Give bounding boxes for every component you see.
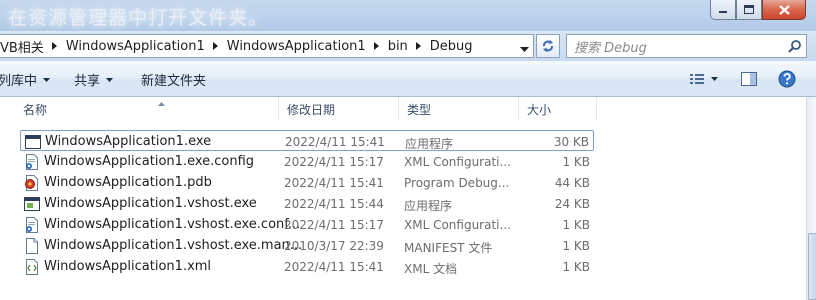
breadcrumb-arrow-icon[interactable] [209,42,223,50]
file-row[interactable]: WindowsApplication1.pdb 2022/4/11 15:41 … [20,172,594,193]
file-name: WindowsApplication1.vshost.exe [44,196,257,211]
details-view-icon [690,74,704,84]
file-row[interactable]: WindowsApplication1.vshost.exe.man... 20… [20,235,594,256]
file-type: MANIFEST 文件 [404,241,493,255]
minimize-button[interactable] [710,0,736,20]
file-date: 2022/4/11 15:44 [284,197,384,211]
preview-pane-icon [741,72,757,86]
view-dropdown-button[interactable] [707,69,721,89]
minimize-icon [719,10,727,13]
file-row[interactable]: WindowsApplication1.vshost.exe 2022/4/11… [20,193,594,214]
column-header-type[interactable]: 类型 [399,97,519,121]
file-date: 2010/3/17 22:39 [284,239,384,253]
file-name: WindowsApplication1.exe.config [44,154,255,169]
close-icon [778,4,790,15]
file-date: 2022/4/11 15:17 [284,218,384,232]
close-button[interactable] [762,0,806,20]
file-name: WindowsApplication1.pdb [44,175,212,190]
breadcrumb-item[interactable]: WindowsApplication1 [66,35,227,57]
file-type: XML Configurati... [404,155,511,169]
share-menu-button[interactable]: 共享 [74,61,114,97]
address-history-dropdown-icon[interactable] [520,42,529,56]
file-row[interactable]: WindowsApplication1.vshost.exe.conf... 2… [20,214,594,235]
exe-window-icon [24,196,40,212]
file-size: 30 KB [553,135,589,149]
file-type: XML 文档 [404,262,458,276]
file-size: 44 KB [554,176,590,190]
config-file-icon [24,217,40,233]
file-name: WindowsApplication1.xml [44,259,212,274]
maximize-button[interactable] [736,0,762,20]
config-file-icon [24,154,40,170]
file-size: 1 KB [562,218,590,232]
file-name: WindowsApplication1.exe [45,134,212,149]
breadcrumb-arrow-icon[interactable] [370,42,384,50]
maximize-icon [744,5,754,14]
chevron-down-icon [710,76,718,81]
file-row[interactable]: WindowsApplication1.xml 2022/4/11 15:41 … [20,256,594,277]
column-header-size[interactable]: 大小 [519,97,597,121]
breadcrumb-arrow-icon[interactable] [412,42,426,50]
pdb-file-icon [24,175,40,191]
breadcrumb-arrow-icon[interactable] [48,42,62,50]
file-name: WindowsApplication1.vshost.exe.conf... [44,217,301,232]
breadcrumb-item[interactable]: VB相关 [0,35,66,57]
help-button[interactable] [776,69,798,89]
address-bar[interactable]: VB相关 WindowsApplication1 WindowsApplicat… [0,34,534,58]
file-size: 24 KB [554,197,590,211]
window-title: 在资源管理器中打开文件夹。 [8,7,269,29]
command-bar: 列库中 共享 新建文件夹 [0,61,816,97]
view-options-button[interactable] [686,69,708,89]
help-icon [778,70,796,88]
file-row[interactable]: WindowsApplication1.exe.config 2022/4/11… [20,151,594,172]
file-size: 1 KB [562,239,590,253]
file-type: 应用程序 [404,199,453,213]
file-size: 1 KB [562,155,590,169]
file-name: WindowsApplication1.vshost.exe.man... [44,238,303,253]
preview-pane-button[interactable] [738,69,760,89]
chevron-down-icon [43,72,51,87]
file-type: Program Debug... [404,176,510,190]
sort-ascending-icon [158,95,165,109]
title-bar: 在资源管理器中打开文件夹。 [0,0,816,31]
vertical-scrollbar[interactable] [806,97,816,300]
new-folder-button[interactable]: 新建文件夹 [141,61,206,97]
file-list: 名称 修改日期 类型 大小 WindowsApplication1.exe 20… [0,97,806,300]
file-type: XML Configurati... [404,218,511,232]
chevron-down-icon [106,72,114,87]
breadcrumb-item[interactable]: Debug [430,35,477,57]
breadcrumb-item[interactable]: WindowsApplication1 [227,35,388,57]
file-size: 1 KB [562,260,590,274]
address-row: VB相关 WindowsApplication1 WindowsApplicat… [0,31,816,61]
refresh-button[interactable] [536,34,560,58]
file-date: 2022/4/11 15:41 [284,176,384,190]
column-header-name[interactable]: 名称 [15,97,279,121]
search-box[interactable]: 搜索 Debug [566,34,807,58]
column-header-date[interactable]: 修改日期 [279,97,399,121]
file-row[interactable]: WindowsApplication1.exe 2022/4/11 15:41 … [20,130,594,151]
search-input[interactable]: 搜索 Debug [567,37,784,56]
blank-file-icon [24,238,40,254]
breadcrumb-item[interactable]: bin [388,35,430,57]
refresh-icon [543,40,553,52]
column-header-row: 名称 修改日期 类型 大小 [15,97,597,121]
organize-menu-button[interactable]: 列库中 [0,61,51,97]
file-date: 2022/4/11 15:17 [284,155,384,169]
search-icon[interactable] [784,39,806,53]
file-date: 2022/4/11 15:41 [285,135,385,149]
xml-file-icon [24,259,40,275]
file-type: 应用程序 [405,137,454,151]
exe-window-icon [25,134,41,150]
window-controls [710,0,806,21]
file-date: 2022/4/11 15:41 [284,260,384,274]
scrollbar-thumb[interactable] [808,233,816,300]
